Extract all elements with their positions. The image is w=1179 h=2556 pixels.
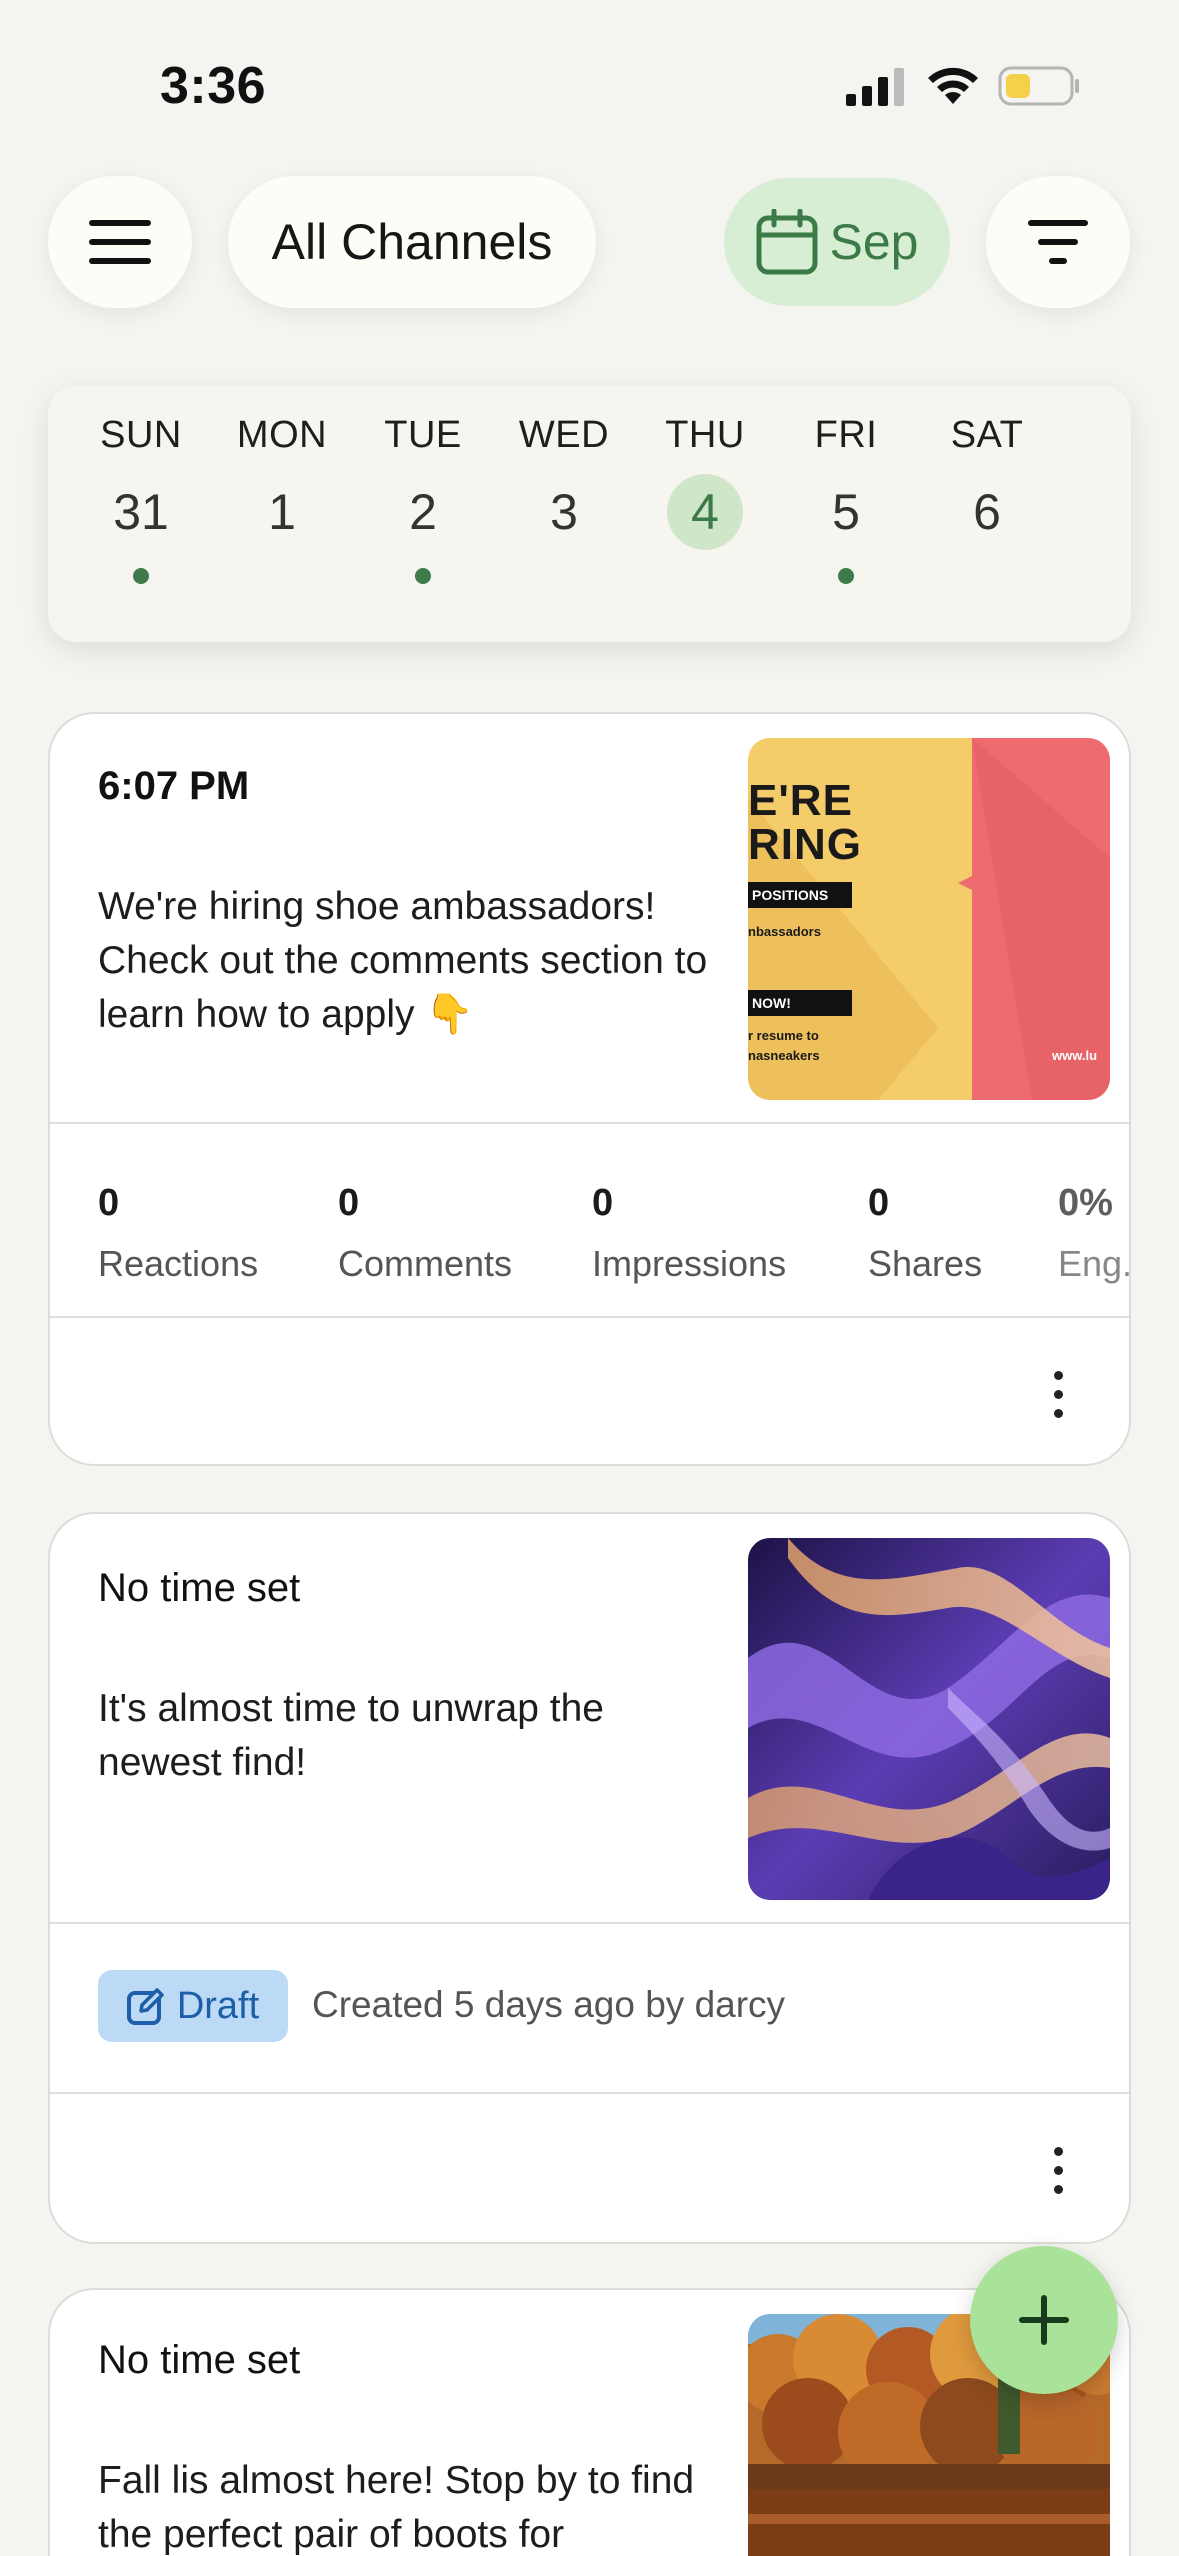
day-number: 31	[113, 484, 169, 540]
post-indicator-dot	[133, 568, 149, 584]
wifi-icon	[928, 67, 978, 104]
stat-reactions: 0 Reactions	[98, 1182, 258, 1285]
poster-title: RING	[748, 820, 862, 869]
channel-filter-label: All Channels	[271, 214, 553, 270]
created-meta: Created 5 days ago by darcy	[312, 1984, 786, 2025]
stat-label: Eng.	[1058, 1243, 1131, 1284]
week-strip: SUN 31 MON 1 TUE 2 WED 3 THU 4 FRI 5 SAT…	[48, 386, 1131, 642]
draft-label: Draft	[176, 1984, 260, 2027]
post-thumbnail[interactable]: E'RE RING POSITIONS nbassadors NOW! r re…	[748, 738, 1110, 1100]
hamburger-menu-icon	[89, 220, 151, 264]
day-name: THU	[665, 414, 745, 456]
day-sat[interactable]: SAT 6	[917, 386, 1057, 642]
day-number: 3	[550, 484, 578, 540]
day-name: WED	[518, 414, 610, 456]
poster-caption: nbassadors	[748, 924, 821, 939]
filter-button[interactable]	[986, 176, 1130, 308]
stat-value: 0%	[1058, 1182, 1113, 1224]
stat-label: Reactions	[98, 1243, 259, 1284]
stat-label: Comments	[338, 1243, 513, 1284]
status-time: 3:36	[160, 57, 267, 115]
day-mon[interactable]: MON 1	[212, 386, 352, 642]
divider	[50, 2092, 1129, 2094]
poster-title: E'RE	[748, 776, 853, 825]
more-options-button[interactable]	[1028, 1354, 1088, 1434]
day-thu[interactable]: THU 4	[635, 386, 775, 642]
day-name: MON	[236, 414, 328, 456]
day-name: SUN	[100, 414, 182, 456]
divider	[50, 1122, 1129, 1124]
menu-button[interactable]	[48, 176, 192, 308]
post-time: No time set	[98, 2338, 301, 2382]
post-card[interactable]: No time set It's almost time to unwrap t…	[48, 1512, 1131, 2244]
day-tue[interactable]: TUE 2	[353, 386, 493, 642]
calendar-icon	[756, 209, 818, 275]
poster-caption: r resume to	[748, 1028, 819, 1043]
poster-banner: POSITIONS	[748, 882, 852, 908]
day-number: 2	[409, 484, 437, 540]
stat-comments: 0 Comments	[338, 1182, 512, 1285]
draft-status-badge: Draft	[98, 1970, 288, 2042]
cellular-signal-icon	[846, 68, 904, 106]
stat-shares: 0 Shares	[868, 1182, 982, 1285]
day-sun[interactable]: SUN 31	[71, 386, 211, 642]
post-text: Fall lis almost here! Stop by to find th…	[98, 2459, 695, 2556]
post-card[interactable]: No time set Fall lis almost here! Stop b…	[48, 2288, 1131, 2556]
month-label: Sep	[829, 214, 919, 270]
day-name: SAT	[950, 414, 1024, 456]
month-picker-button[interactable]: Sep	[724, 178, 950, 306]
post-indicator-dot	[838, 568, 854, 584]
post-indicator-dot	[415, 568, 431, 584]
post-text: We're hiring shoe ambassadors! Check out…	[98, 885, 708, 1036]
poster-caption: nasneakers	[748, 1048, 820, 1063]
stat-label: Impressions	[592, 1243, 787, 1284]
more-vertical-icon	[1053, 2146, 1063, 2156]
abstract-image	[748, 1538, 1110, 1900]
create-post-button[interactable]	[970, 2246, 1118, 2394]
poster-banner: NOW!	[748, 990, 852, 1016]
stat-value: 0	[98, 1182, 120, 1224]
more-vertical-icon	[1053, 1370, 1063, 1380]
stat-label: Shares	[868, 1243, 983, 1284]
more-options-button[interactable]	[1028, 2130, 1088, 2210]
day-number: 6	[973, 484, 1001, 540]
post-time: 6:07 PM	[98, 764, 250, 808]
status-bar: 3:36	[0, 0, 1179, 150]
divider	[50, 1316, 1129, 1318]
day-wed[interactable]: WED 3	[494, 386, 634, 642]
stat-value: 0	[868, 1182, 890, 1224]
post-text: It's almost time to unwrap the newest fi…	[98, 1687, 604, 1784]
stat-impressions: 0 Impressions	[592, 1182, 786, 1285]
day-name: FRI	[814, 414, 878, 456]
stat-engagement: 0% Eng.	[1058, 1182, 1131, 1285]
day-name: TUE	[384, 414, 462, 456]
filter-icon	[1028, 220, 1088, 264]
day-number-selected: 4	[667, 474, 743, 550]
divider	[50, 1922, 1129, 1924]
stat-value: 0	[338, 1182, 360, 1224]
day-number: 1	[268, 484, 296, 540]
battery-icon	[998, 66, 1079, 106]
poster-url: www.lu	[1052, 1048, 1098, 1063]
edit-icon	[126, 1988, 164, 2025]
day-number: 5	[832, 484, 860, 540]
day-fri[interactable]: FRI 5	[776, 386, 916, 642]
channel-filter-button[interactable]: All Channels	[228, 176, 596, 308]
post-time: No time set	[98, 1566, 301, 1610]
post-card[interactable]: 6:07 PM We're hiring shoe ambassadors! C…	[48, 712, 1131, 1466]
stat-value: 0	[592, 1182, 614, 1224]
post-thumbnail[interactable]	[748, 1538, 1110, 1900]
plus-icon	[1019, 2295, 1069, 2345]
